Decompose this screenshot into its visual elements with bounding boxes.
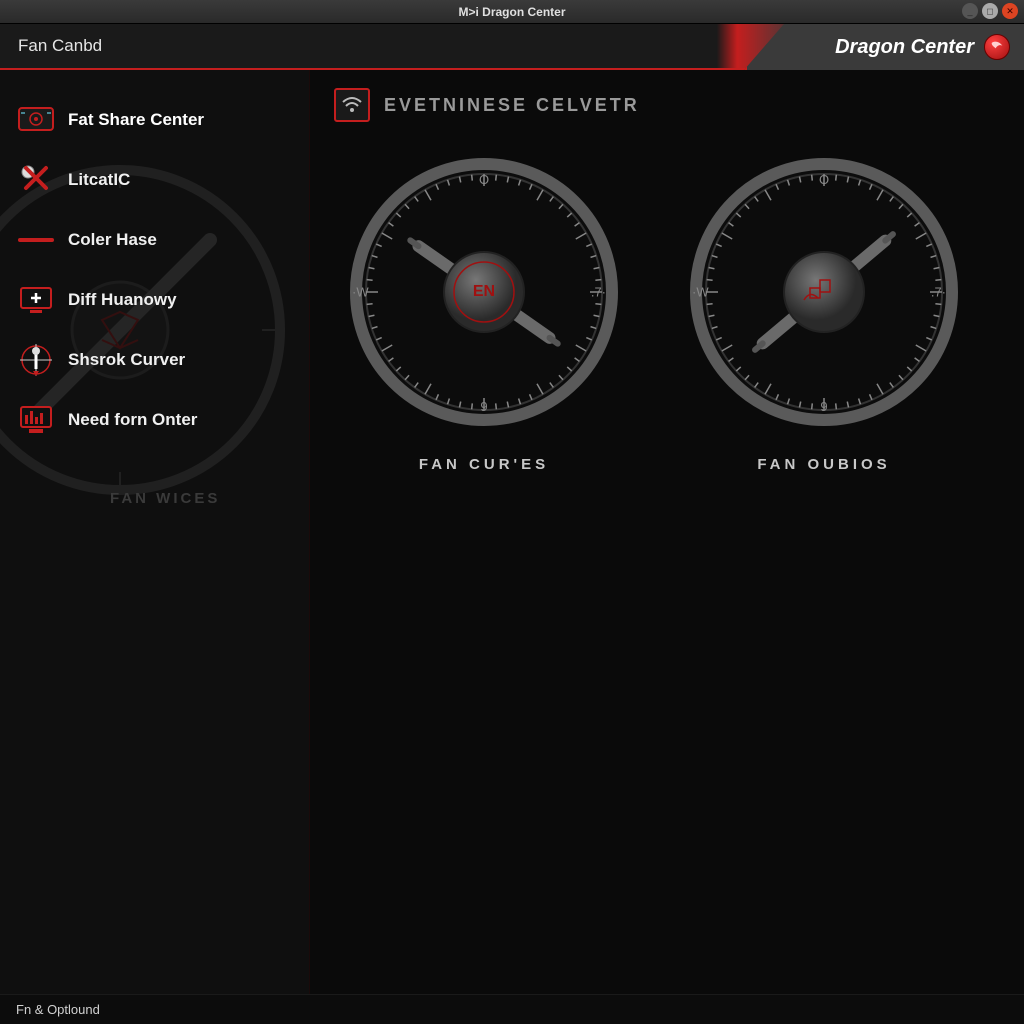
content-panel: EVETNINESE CELVETR	[310, 70, 1024, 994]
gauge-row: EN O ·W .7· 9 FAN CUR'ES	[334, 152, 1000, 473]
window-close-button[interactable]: ✕	[1002, 3, 1018, 19]
sidebar-item-diff-huanowy[interactable]: Diff Huanowy	[18, 270, 309, 330]
footer-bar: Fn & Optlound	[0, 994, 1024, 1024]
red-bar-icon	[18, 222, 54, 258]
gauge-mark-right: .7·	[931, 285, 946, 300]
gauge-label: FAN CUR'ES	[419, 456, 549, 473]
x-mark-icon	[18, 162, 54, 198]
section-title: EVETNINESE CELVETR	[384, 95, 640, 116]
gauge-mark-top: O	[819, 172, 829, 187]
sidebar-item-label: Fat Share Center	[68, 110, 204, 130]
sidebar-item-label: Need forn Onter	[68, 410, 197, 430]
gauge-mark-bottom: 9	[480, 399, 487, 414]
window-controls: _ ◻ ✕	[962, 3, 1018, 19]
sidebar-item-label: Shsrok Curver	[68, 350, 185, 370]
bars-screen-icon	[18, 402, 54, 438]
gauge-block-fan-cures: EN O ·W .7· 9 FAN CUR'ES	[344, 152, 624, 473]
sidebar-item-label: LitcatIC	[68, 170, 130, 190]
gauge-mark-top: O	[479, 172, 489, 187]
gauge-mark-bottom: 9	[820, 399, 827, 414]
sidebar-item-need-forn-onter[interactable]: Need forn Onter	[18, 390, 309, 450]
gauge-mark-right: .7·	[591, 285, 606, 300]
screen-plus-icon	[18, 282, 54, 318]
sidebar-item-label: Coler Hase	[68, 230, 157, 250]
sidebar-item-label: Diff Huanowy	[68, 290, 177, 310]
brand-area: Dragon Center	[744, 24, 1024, 70]
sidebar-item-coler-hase[interactable]: Coler Hase	[18, 210, 309, 270]
fan-speed-dial-1[interactable]: EN O ·W .7· 9	[344, 152, 624, 432]
window-maximize-button[interactable]: ◻	[982, 3, 998, 19]
gauge-mark-left: ·W	[692, 285, 709, 300]
dragon-badge-icon	[984, 34, 1010, 60]
wifi-box-icon[interactable]	[334, 88, 370, 122]
window-titlebar: M>i Dragon Center _ ◻ ✕	[0, 0, 1024, 24]
window-title: M>i Dragon Center	[458, 5, 565, 19]
breadcrumb: Fan Canbd	[0, 36, 102, 56]
monitor-gauge-icon	[18, 102, 54, 138]
gauge-block-fan-oubios: O ·W .7· 9 FAN OUBIOS	[684, 152, 964, 473]
gauge-label: FAN OUBIOS	[757, 456, 890, 473]
sidebar-item-litcatic[interactable]: LitcatIC	[18, 150, 309, 210]
window-minimize-button[interactable]: _	[962, 3, 978, 19]
section-header: EVETNINESE CELVETR	[334, 88, 1000, 122]
gauge-mark-left: ·W	[352, 285, 369, 300]
brand-name: Dragon Center	[835, 36, 974, 59]
footer-text: Fn & Optlound	[16, 1002, 100, 1017]
fan-speed-dial-2[interactable]: O ·W .7· 9	[684, 152, 964, 432]
sidebar: Fat Share Center LitcatIC Coler Hase Dif…	[0, 70, 310, 994]
sidebar-item-fat-share-center[interactable]: Fat Share Center	[18, 90, 309, 150]
main-area: Fat Share Center LitcatIC Coler Hase Dif…	[0, 70, 1024, 994]
sidebar-item-shsrok-curver[interactable]: Shsrok Curver	[18, 330, 309, 390]
crosshair-icon	[18, 342, 54, 378]
sidebar-ghost-label: FAN WICES	[110, 490, 220, 507]
header-ribbon: Fan Canbd Dragon Center	[0, 24, 1024, 70]
